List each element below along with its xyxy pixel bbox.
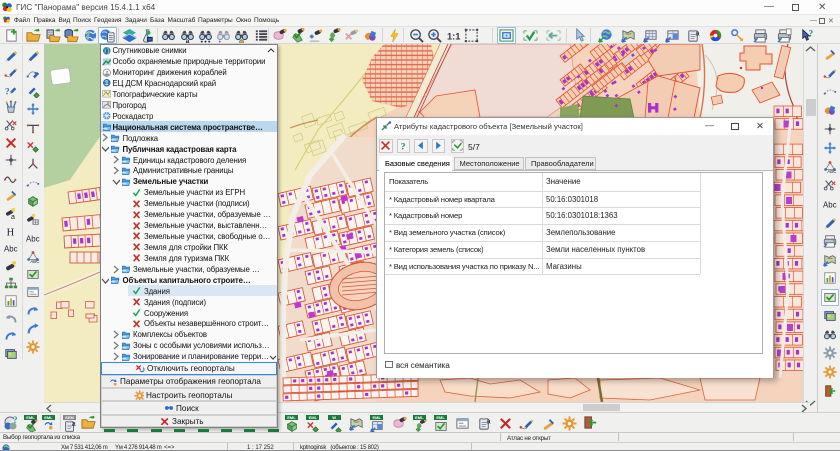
svg-text:Abc: Abc <box>823 200 837 209</box>
svg-text:a: a <box>72 421 76 428</box>
svg-text:?: ? <box>13 415 18 425</box>
svg-text:?: ? <box>401 142 406 151</box>
svg-text:a: a <box>486 417 491 426</box>
svg-text:ABC: ABC <box>827 169 836 173</box>
